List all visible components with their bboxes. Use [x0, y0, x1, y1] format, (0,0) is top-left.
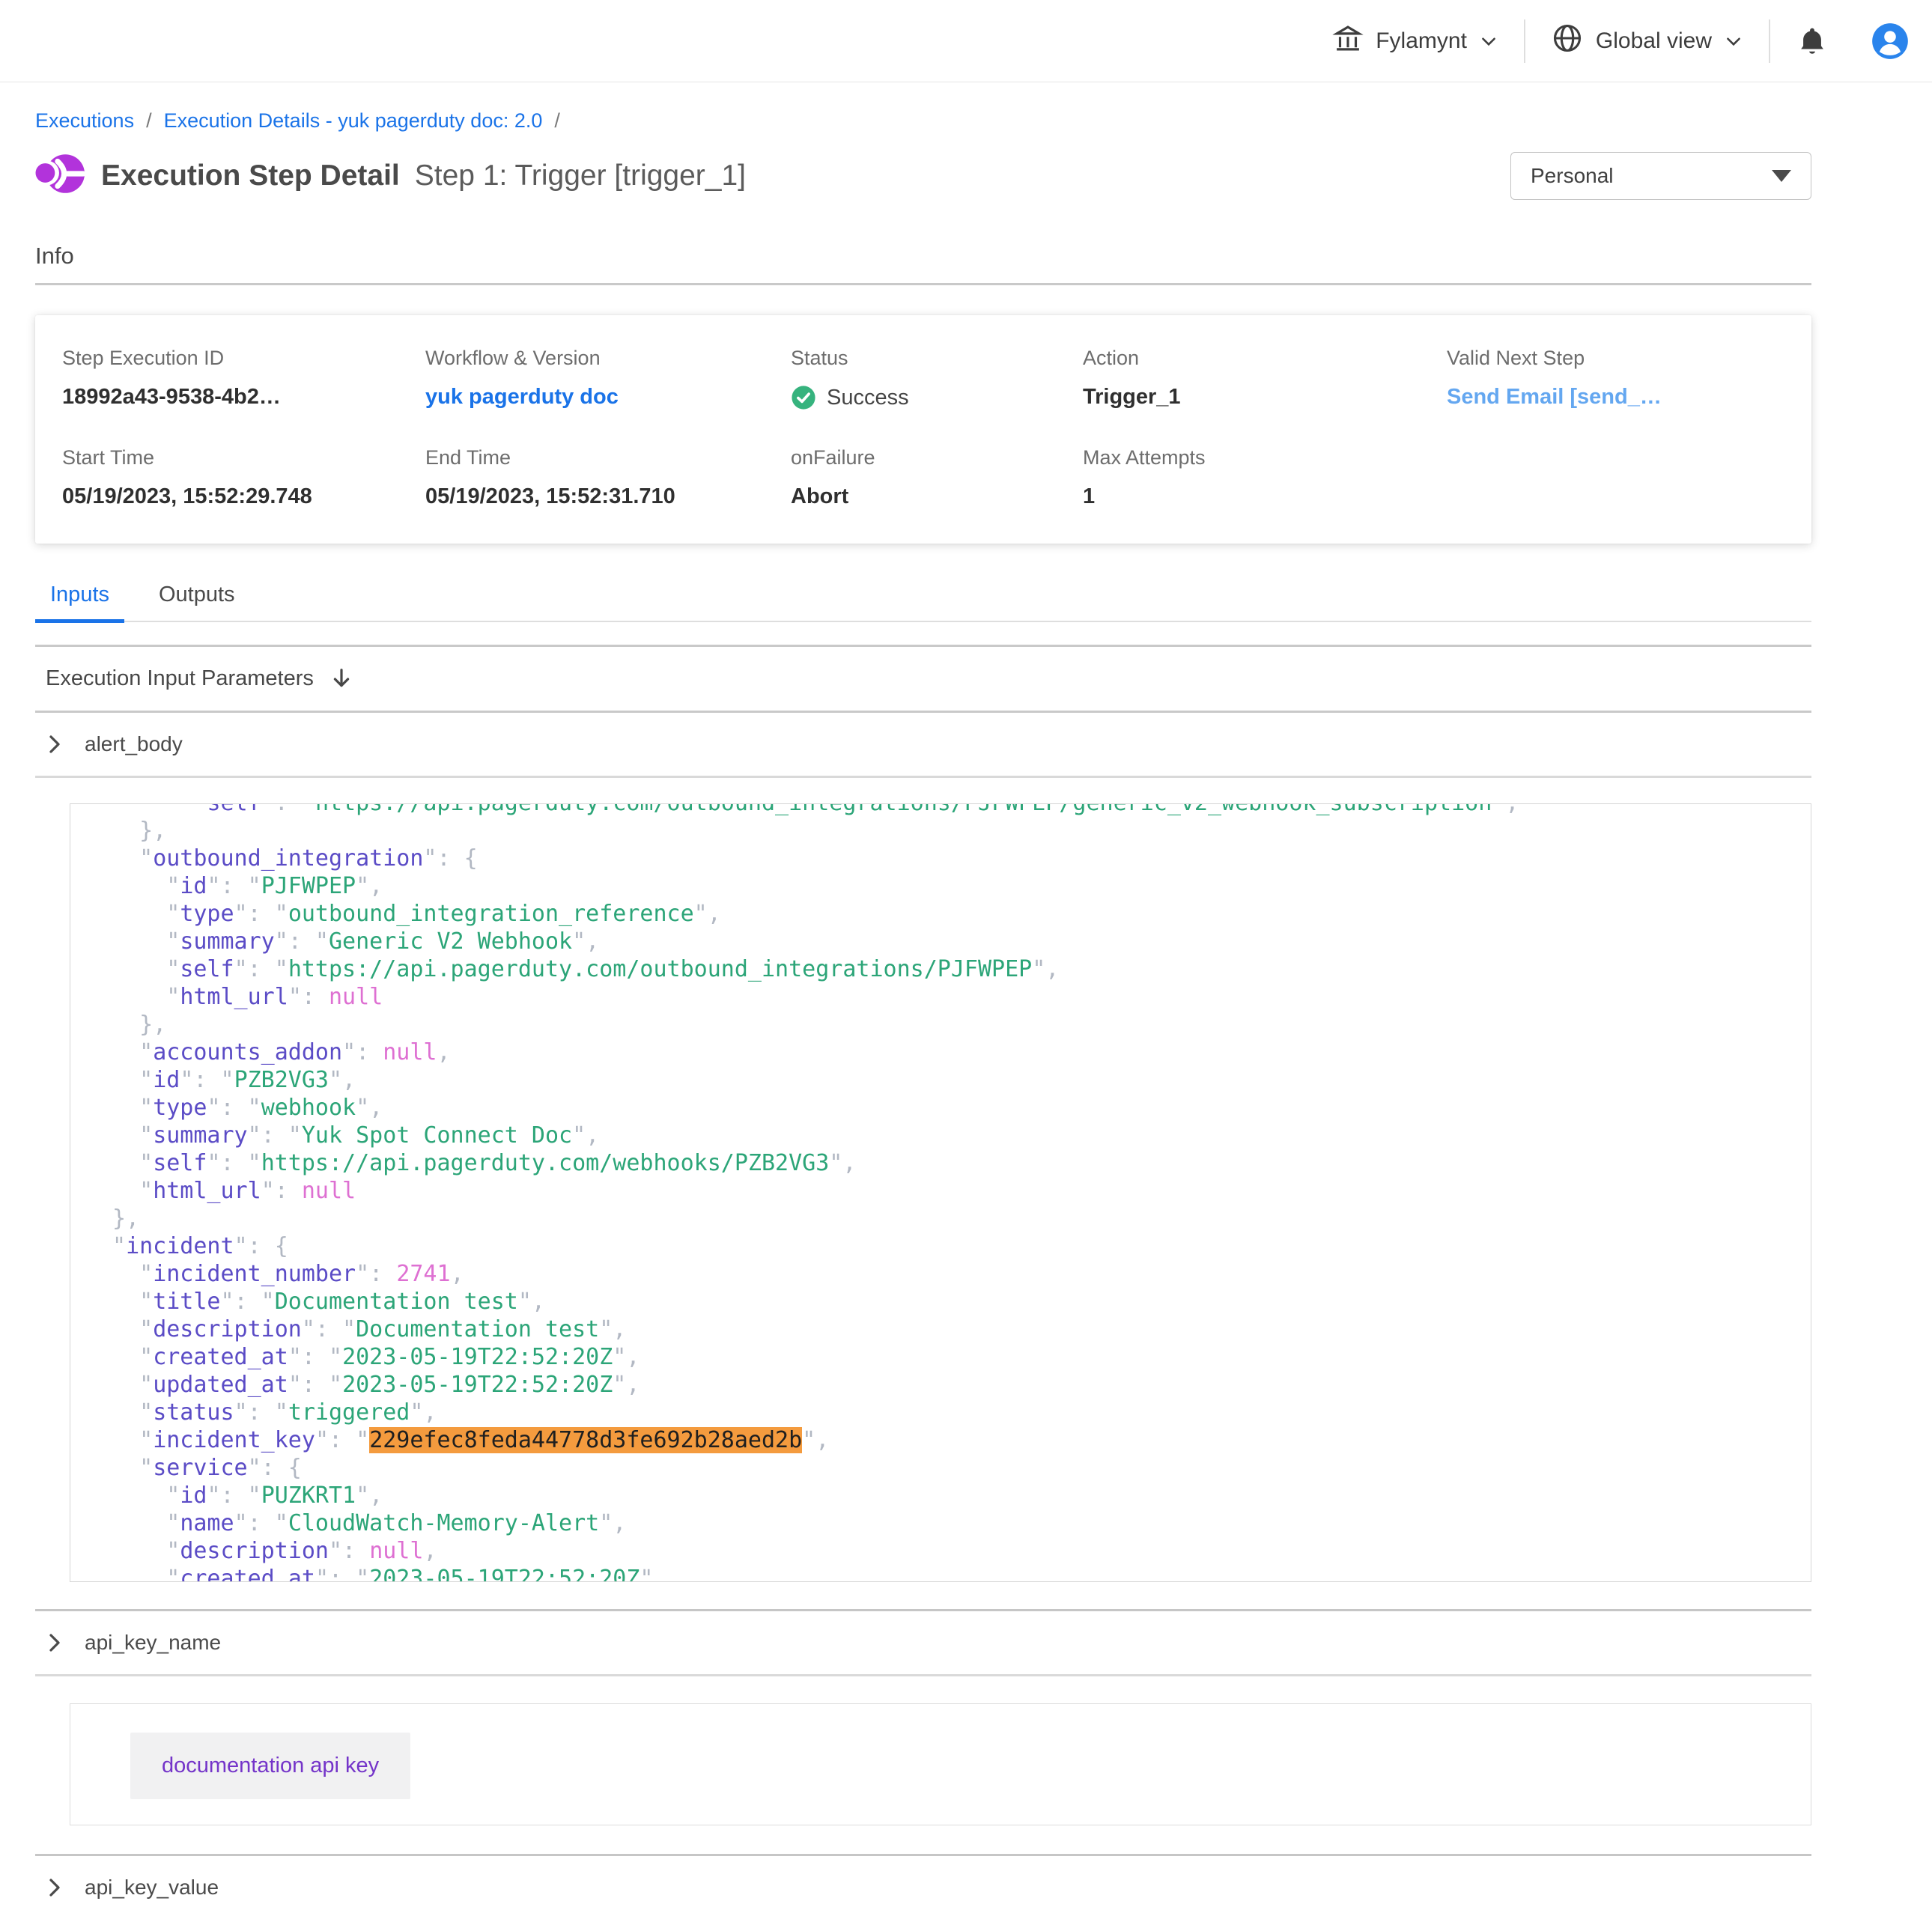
field-valid-next-step: Valid Next Step Send Email [send_… [1447, 347, 1784, 410]
info-card: Step Execution ID 18992a43-9538-4b2… Wor… [35, 315, 1811, 544]
main-content: Executions / Execution Details - yuk pag… [35, 109, 1811, 1919]
title-row: Execution Step Detail Step 1: Trigger [t… [35, 149, 1811, 202]
field-step-execution-id: Step Execution ID 18992a43-9538-4b2… [62, 347, 425, 410]
param-row-label: api_key_name [85, 1631, 221, 1655]
chevron-down-icon [1724, 31, 1743, 51]
field-label: onFailure [791, 446, 1083, 469]
breadcrumb: Executions / Execution Details - yuk pag… [35, 109, 1811, 133]
alert-body-json-viewer[interactable]: "self": "https://api.pagerduty.com/outbo… [70, 803, 1811, 1582]
field-value: 05/19/2023, 15:52:31.710 [425, 484, 791, 509]
globe-icon [1551, 22, 1584, 61]
field-label: End Time [425, 446, 791, 469]
download-arrow-icon[interactable] [330, 667, 353, 691]
page-subtitle: Step 1: Trigger [trigger_1] [415, 159, 746, 192]
workflow-link[interactable]: yuk pagerduty doc [425, 385, 619, 409]
tab-bar: Inputs Outputs [35, 583, 1811, 622]
success-check-icon [791, 385, 816, 410]
field-label: Status [791, 347, 1083, 370]
chevron-down-icon [1479, 31, 1498, 51]
tab-inputs[interactable]: Inputs [35, 583, 124, 623]
param-row-label: api_key_value [85, 1876, 219, 1900]
field-start-time: Start Time 05/19/2023, 15:52:29.748 [62, 446, 425, 509]
execution-input-parameters-header: Execution Input Parameters [35, 645, 1811, 713]
user-avatar[interactable] [1871, 22, 1910, 61]
valid-next-step-link[interactable]: Send Email [send_… [1447, 385, 1662, 409]
status-badge: Success [827, 386, 909, 410]
topbar-divider [1769, 19, 1770, 63]
org-menu-label: Fylamynt [1376, 28, 1467, 54]
caret-down-icon [1772, 170, 1791, 182]
field-label: Workflow & Version [425, 347, 791, 370]
field-label: Action [1083, 347, 1447, 370]
param-row-alert-body[interactable]: alert_body [35, 713, 1811, 778]
breadcrumb-separator: / [554, 109, 560, 133]
param-row-api-key-value[interactable]: api_key_value [35, 1856, 1811, 1919]
workflow-step-icon [35, 149, 85, 202]
org-menu[interactable]: Fylamynt [1332, 22, 1498, 60]
top-bar: Fylamynt Global view [0, 0, 1932, 82]
chevron-right-icon [46, 733, 64, 755]
field-value: Trigger_1 [1083, 385, 1447, 410]
field-value: Abort [791, 484, 1083, 509]
chevron-right-icon [46, 1876, 64, 1899]
field-label: Valid Next Step [1447, 347, 1784, 370]
field-action: Action Trigger_1 [1083, 347, 1447, 410]
tab-outputs[interactable]: Outputs [144, 583, 250, 623]
field-label: Start Time [62, 446, 425, 469]
field-value: 18992a43-9538-4b2… [62, 385, 425, 410]
api-key-name-chip: documentation api key [130, 1733, 410, 1799]
breadcrumb-link-execution-details[interactable]: Execution Details - yuk pagerduty doc: 2… [164, 109, 543, 133]
scope-select[interactable]: Personal [1510, 152, 1811, 200]
chevron-right-icon [46, 1631, 64, 1654]
view-menu-label: Global view [1596, 28, 1712, 54]
field-label: Step Execution ID [62, 347, 425, 370]
notifications-bell-icon[interactable] [1796, 25, 1829, 58]
field-on-failure: onFailure Abort [791, 446, 1083, 509]
param-row-label: alert_body [85, 732, 183, 756]
view-menu[interactable]: Global view [1551, 22, 1743, 61]
field-label: Max Attempts [1083, 446, 1447, 469]
field-end-time: End Time 05/19/2023, 15:52:31.710 [425, 446, 791, 509]
params-header-label: Execution Input Parameters [46, 666, 314, 691]
breadcrumb-link-executions[interactable]: Executions [35, 109, 134, 133]
json-code-pre: "self": "https://api.pagerduty.com/outbo… [70, 803, 1811, 1582]
organization-icon [1332, 22, 1364, 60]
field-max-attempts: Max Attempts 1 [1083, 446, 1447, 509]
field-value: 05/19/2023, 15:52:29.748 [62, 484, 425, 509]
info-heading: Info [35, 243, 1811, 270]
param-row-api-key-name[interactable]: api_key_name [35, 1611, 1811, 1676]
topbar-divider [1524, 19, 1525, 63]
api-key-name-panel: documentation api key [70, 1703, 1811, 1825]
info-divider [35, 283, 1811, 285]
field-workflow-version: Workflow & Version yuk pagerduty doc [425, 347, 791, 410]
page-title: Execution Step Detail [101, 159, 400, 192]
field-value: 1 [1083, 484, 1447, 509]
breadcrumb-separator: / [146, 109, 152, 133]
field-status: Status Success [791, 347, 1083, 410]
scope-select-value: Personal [1531, 164, 1614, 188]
